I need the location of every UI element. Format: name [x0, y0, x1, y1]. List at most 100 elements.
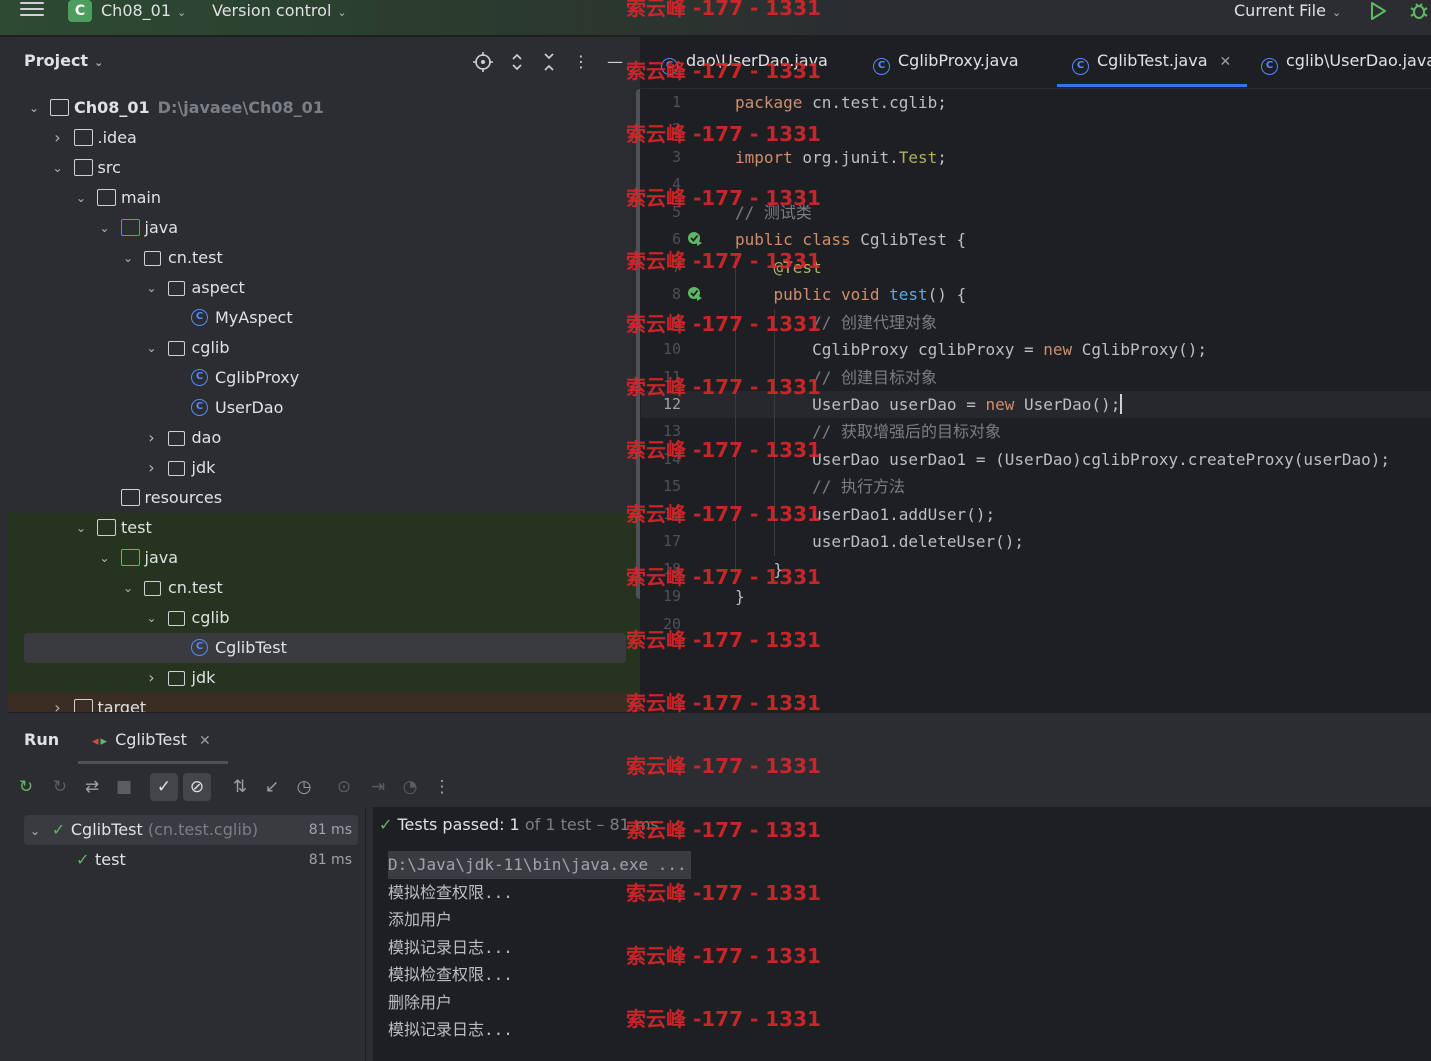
chevron-right-icon[interactable]: › [50, 693, 66, 712]
run-tab-cglibtest[interactable]: ◂ ▸ CglibTest ✕ [92, 730, 211, 749]
status-prefix: Tests passed: [397, 815, 505, 834]
line-number: 9 [671, 312, 681, 331]
tree-item[interactable]: › target [8, 693, 640, 712]
gauge-icon[interactable]: ◔ [396, 773, 424, 801]
tree-item[interactable]: C CglibProxy [8, 363, 640, 393]
toggle-auto-test-icon[interactable]: ⇄ [78, 773, 106, 801]
chevron-right-icon[interactable]: › [144, 663, 160, 693]
expand-all-icon[interactable] [506, 51, 528, 73]
tree-item[interactable]: ⌄ aspect [8, 273, 640, 303]
tree-item-label: UserDao [215, 398, 284, 417]
run-config-selector[interactable]: Current File ⌄ [1234, 0, 1341, 24]
tree-item[interactable]: ⌄ cn.test [8, 243, 640, 273]
tree-item[interactable]: resources [8, 483, 640, 513]
tree-item[interactable]: C UserDao [8, 393, 640, 423]
chevron-down-icon[interactable]: ⌄ [73, 183, 89, 213]
tree-item-label: MyAspect [215, 308, 293, 327]
options-icon[interactable]: ⋮ [570, 51, 592, 73]
stop-icon[interactable]: ■ [110, 773, 138, 801]
run-test-gutter-icon[interactable] [687, 231, 703, 247]
tree-item[interactable]: ⌄ cglib [8, 603, 640, 633]
rerun-icon[interactable]: ↻ [12, 773, 40, 801]
line-number: 14 [662, 449, 681, 468]
tree-item[interactable]: ⌄ java [8, 543, 640, 573]
tree-item[interactable]: ⌄ java [8, 213, 640, 243]
editor-tab[interactable]: C CglibProxy.java [873, 51, 1019, 75]
tree-item[interactable]: ⌄ Ch08_01 D:\javaee\Ch08_01 [8, 93, 640, 123]
test-result-row[interactable]: ✓ test 81 ms [24, 845, 358, 875]
run-icon[interactable] [1368, 0, 1388, 22]
tree-item[interactable]: ⌄ main [8, 183, 640, 213]
line-number: 15 [662, 477, 681, 496]
tree-item-label: cn.test [168, 578, 223, 597]
chevron-down-icon[interactable]: ⌄ [120, 243, 136, 273]
tree-item[interactable]: C CglibTest [8, 633, 640, 663]
chevron-down-icon[interactable]: ⌄ [50, 153, 66, 183]
tree-item[interactable]: C MyAspect [8, 303, 640, 333]
camera-icon[interactable]: ⊙ [330, 773, 358, 801]
close-icon[interactable]: ✕ [199, 733, 211, 749]
code-line: 16 userDao1.addUser(); [641, 501, 1431, 528]
tree-item[interactable]: › .idea [8, 123, 640, 153]
code-line: 11 // 创建目标对象 [641, 364, 1431, 391]
version-control-menu[interactable]: Version control ⌄ [212, 0, 347, 24]
console-line-wrap: 模拟记录日志... [388, 934, 691, 962]
editor-tab[interactable]: Ccglib\UserDao.java [1261, 51, 1431, 75]
tree-item-label: CglibProxy [215, 368, 300, 387]
status-suffix: of 1 test – 81 ms [524, 815, 659, 834]
editor-tab[interactable]: C CglibTest.java ✕ [1072, 51, 1231, 75]
hide-panel-icon[interactable]: — [604, 51, 626, 73]
package-icon [167, 431, 185, 446]
editor-tab[interactable]: Cdao\UserDao.java [661, 51, 828, 75]
main-menu-icon[interactable] [20, 2, 44, 22]
show-ignored-icon[interactable]: ⊘ [183, 773, 211, 801]
chevron-down-icon[interactable]: ⌄ [30, 824, 44, 838]
chevron-down-icon[interactable]: ⌄ [97, 543, 113, 573]
line-number: 2 [671, 120, 681, 139]
project-selector[interactable]: Ch08_01 ⌄ [101, 0, 186, 24]
debug-icon[interactable] [1408, 0, 1430, 22]
console-line[interactable]: D:\Java\jdk-11\bin\java.exe ... [388, 851, 691, 879]
chevron-right-icon[interactable]: › [50, 123, 66, 153]
tree-item[interactable]: ⌄ cglib [8, 333, 640, 363]
tree-item[interactable]: ⌄ test [8, 513, 640, 543]
sort-icon[interactable]: ⇅ [226, 773, 254, 801]
code-line: 20 [641, 611, 1431, 638]
show-passed-icon[interactable]: ✓ [150, 773, 178, 801]
code-text: // 执行方法 [812, 477, 905, 497]
tree-item[interactable]: ⌄ cn.test [8, 573, 640, 603]
class-icon: C [661, 58, 678, 75]
code-text: import org.junit.Test; [735, 147, 947, 167]
chevron-down-icon[interactable]: ⌄ [73, 513, 89, 543]
project-scrollbar[interactable] [636, 89, 640, 599]
rerun-failed-icon[interactable]: ↻ [46, 773, 74, 801]
chevron-down-icon[interactable]: ⌄ [97, 213, 113, 243]
tree-item[interactable]: ⌄ src [8, 153, 640, 183]
chevron-right-icon[interactable]: › [144, 453, 160, 483]
tree-item[interactable]: › jdk [8, 453, 640, 483]
code-line: 19} [641, 583, 1431, 610]
test-result-row[interactable]: ⌄ ✓ CglibTest (cn.test.cglib) 81 ms [24, 815, 358, 845]
locate-icon[interactable] [472, 51, 494, 73]
tree-item[interactable]: › jdk [8, 663, 640, 693]
chevron-down-icon[interactable]: ⌄ [144, 273, 160, 303]
run-test-gutter-icon[interactable] [687, 286, 703, 302]
chevron-down-icon[interactable]: ⌄ [26, 93, 42, 123]
console[interactable]: ✓ Tests passed: 1 of 1 test – 81 ms D:\J… [373, 807, 1431, 1061]
chevron-down-icon[interactable]: ⌄ [144, 333, 160, 363]
code-text: // 创建目标对象 [812, 367, 937, 387]
more-options-icon[interactable]: ⋮ [428, 773, 456, 801]
split-divider[interactable] [365, 807, 366, 1061]
chevron-down-icon[interactable]: ⌄ [120, 573, 136, 603]
tree-item-label: target [97, 698, 147, 712]
tree-item[interactable]: › dao [8, 423, 640, 453]
chevron-down-icon[interactable]: ⌄ [144, 603, 160, 633]
history-icon[interactable]: ◷ [290, 773, 318, 801]
chevron-right-icon[interactable]: › [144, 423, 160, 453]
collapse-all-icon[interactable] [538, 51, 560, 73]
import-tests-icon[interactable]: ↙ [258, 773, 286, 801]
tree-item-label: src [97, 158, 121, 177]
close-icon[interactable]: ✕ [1220, 54, 1232, 70]
export-icon[interactable]: ⇥ [364, 773, 392, 801]
project-view-selector[interactable]: Project ⌄ [24, 51, 103, 70]
